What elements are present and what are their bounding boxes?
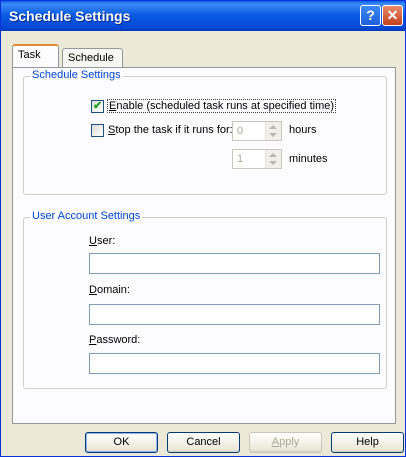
spin-down-icon[interactable] <box>269 133 277 137</box>
hours-value: 0 <box>237 125 244 137</box>
schedule-settings-legend: Schedule Settings <box>30 69 123 81</box>
hours-spinner[interactable]: 0 <box>232 121 282 141</box>
enable-label[interactable]: Enable (scheduled task runs at specified… <box>107 99 337 113</box>
password-label: Password: <box>89 334 141 346</box>
minutes-spinner[interactable]: 1 <box>232 149 282 169</box>
checkmark-icon: ✔ <box>93 100 103 112</box>
user-account-settings-legend: User Account Settings <box>30 210 143 222</box>
tab-task[interactable]: Task <box>12 44 59 67</box>
domain-field[interactable] <box>89 304 380 325</box>
help-button[interactable]: Help <box>331 432 404 453</box>
tab-panel: Schedule Settings ✔ Enable (scheduled ta… <box>12 67 396 424</box>
minutes-value: 1 <box>237 153 244 165</box>
question-icon: ? <box>366 7 375 23</box>
stop-task-checkbox[interactable] <box>91 124 104 137</box>
cancel-button[interactable]: Cancel <box>167 432 240 453</box>
spin-down-icon[interactable] <box>269 161 277 165</box>
stop-task-label[interactable]: Stop the task if it runs for: <box>108 124 233 136</box>
user-field[interactable] <box>89 253 380 274</box>
ok-button[interactable]: OK <box>85 432 158 453</box>
window-title: Schedule Settings <box>9 8 131 24</box>
tab-schedule[interactable]: Schedule <box>62 48 123 68</box>
close-button[interactable]: ✕ <box>382 5 403 26</box>
hours-label: hours <box>289 124 317 136</box>
schedule-settings-group: Schedule Settings ✔ Enable (scheduled ta… <box>23 69 387 195</box>
title-bar[interactable]: Schedule Settings ? ✕ <box>1 1 405 31</box>
minutes-label: minutes <box>289 153 328 165</box>
enable-checkbox[interactable]: ✔ <box>91 100 104 113</box>
apply-button[interactable]: Apply <box>249 432 322 453</box>
password-field[interactable] <box>89 353 380 374</box>
help-title-button[interactable]: ? <box>360 5 381 26</box>
user-label: User: <box>89 235 116 247</box>
spin-up-icon[interactable] <box>269 125 277 129</box>
dialog-window: Schedule Settings ? ✕ Task Schedule Sche… <box>0 0 406 457</box>
spin-up-icon[interactable] <box>269 153 277 157</box>
close-icon: ✕ <box>386 7 399 23</box>
domain-label: Domain: <box>89 284 130 296</box>
